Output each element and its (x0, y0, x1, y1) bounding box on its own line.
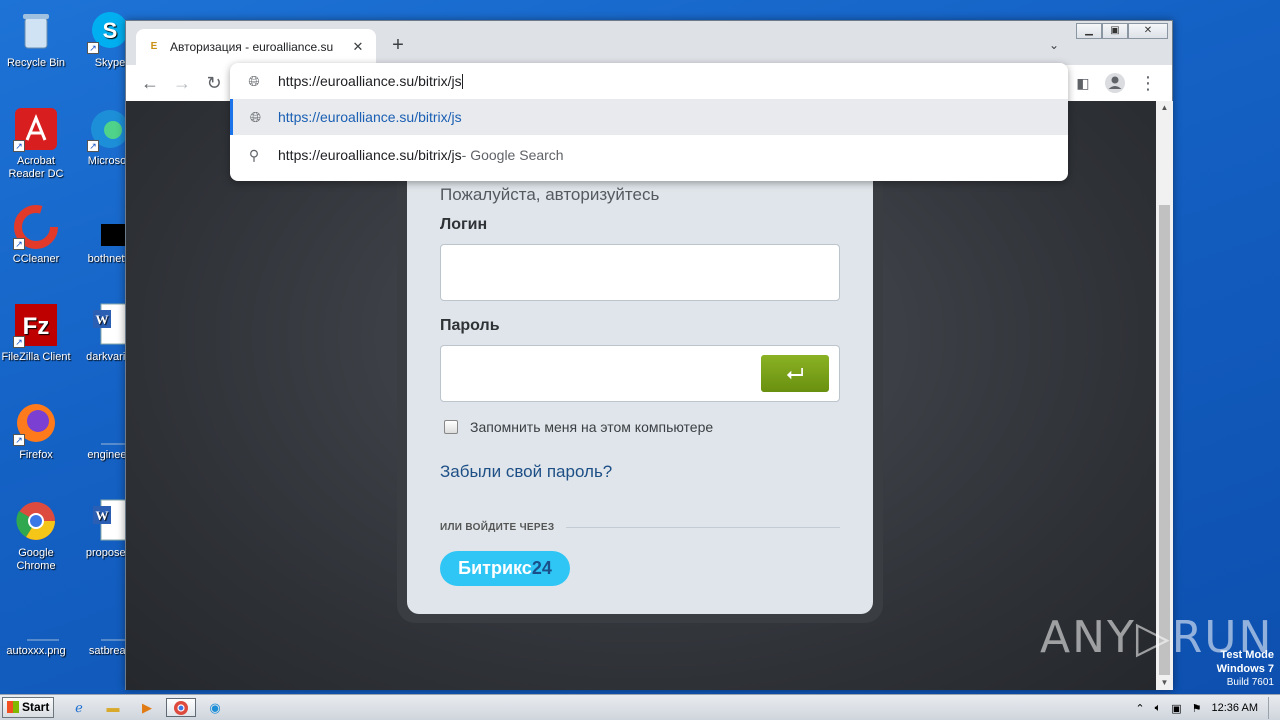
taskbar: Start ℯ ▬ ▶ ◉ ⌃ 🔈︎ ▣ ⚑ 12:36 AM (0, 694, 1280, 720)
tab-title: Авторизация - euroalliance.su (170, 40, 334, 54)
text-caret (461, 73, 463, 89)
login-subtitle: Пожалуйста, авторизуйтесь (440, 185, 660, 204)
start-button[interactable]: Start (2, 697, 54, 718)
suggestion-url[interactable]: 🌐︎ https://euroalliance.su/bitrix/js (230, 99, 1068, 135)
desktop-icon-filezilla[interactable]: Fz ↗ FileZilla Client (0, 302, 72, 364)
acrobat-icon: ↗ (13, 106, 59, 152)
desktop-icon-firefox[interactable]: ↗ Firefox (0, 400, 72, 462)
remember-me[interactable]: Запомнить меня на этом компьютере (444, 419, 713, 435)
maximize-button[interactable]: ▣ (1102, 23, 1128, 39)
clock[interactable]: 12:36 AM (1212, 702, 1258, 714)
back-arrow-icon[interactable]: ← (138, 71, 162, 95)
show-desktop-button[interactable] (1268, 697, 1280, 719)
reload-icon[interactable]: ↻ (202, 71, 226, 95)
submit-enter-button[interactable]: ⮠ (761, 355, 829, 392)
explorer-taskbar-icon[interactable]: ▬ (102, 698, 124, 717)
network-icon[interactable]: ▣ (1171, 702, 1181, 715)
tab-close-icon[interactable]: ✕ (350, 39, 366, 55)
password-input[interactable]: ⮠ (440, 345, 840, 402)
forward-arrow-icon[interactable]: → (170, 71, 194, 95)
tray-expand-icon[interactable]: ⌃ (1135, 702, 1144, 715)
tab-authorization[interactable]: E Авторизация - euroalliance.su ✕ (136, 29, 376, 65)
page-viewport: Пожалуйста, авторизуйтесь Логин Пароль ⮠… (126, 101, 1156, 690)
image-file-icon (13, 596, 61, 642)
media-player-taskbar-icon[interactable]: ▶ (136, 698, 158, 717)
forgot-password-link[interactable]: Забыли свой пароль? (440, 462, 612, 482)
scrollbar-thumb[interactable] (1159, 205, 1170, 675)
suggestion-search[interactable]: ⚲ https://euroalliance.su/bitrix/js - Go… (230, 137, 1068, 173)
suggestion-search-text: https://euroalliance.su/bitrix/js (278, 147, 462, 163)
desktop-icon-autoxxx[interactable]: autoxxx.png (0, 596, 72, 658)
desktop-icon-recycle-bin[interactable]: Recycle Bin (0, 8, 72, 70)
address-bar[interactable]: 🌐︎ https://euroalliance.su/bitrix/js (230, 63, 1068, 99)
new-tab-button[interactable]: + (388, 35, 408, 55)
action-center-flag-icon[interactable]: ⚑ (1192, 702, 1202, 715)
system-tray: ⌃ 🔈︎ ▣ ⚑ 12:36 AM (1135, 695, 1280, 720)
svg-text:W: W (96, 508, 109, 523)
recycle-bin-icon (13, 8, 59, 54)
tab-search-chevron-icon[interactable]: ⌄ (1044, 35, 1064, 55)
kebab-menu-icon[interactable]: ⋮ (1136, 71, 1160, 95)
svg-text:Fz: Fz (23, 313, 50, 340)
ccleaner-icon: ↗ (13, 204, 59, 250)
remember-me-label: Запомнить меня на этом компьютере (470, 419, 714, 435)
side-panel-icon[interactable]: ◧ (1071, 71, 1095, 95)
bitrix24-login-button[interactable]: Битрикс24 (440, 551, 570, 586)
url-input[interactable]: https://euroalliance.su/bitrix/js (278, 73, 462, 89)
edge-taskbar-icon[interactable]: ◉ (204, 698, 226, 717)
desktop-icon-acrobat[interactable]: ↗ Acrobat Reader DC (0, 106, 72, 181)
remember-me-checkbox[interactable] (444, 420, 458, 434)
ie-taskbar-icon[interactable]: ℯ (68, 698, 90, 717)
globe-icon: 🌐︎ (249, 108, 262, 125)
close-window-button[interactable]: ✕ (1128, 23, 1168, 39)
suggestion-url-text: https://euroalliance.su/bitrix/js (278, 109, 462, 125)
scroll-down-arrow-icon[interactable]: ▼ (1156, 676, 1173, 690)
svg-text:S: S (103, 18, 118, 43)
firefox-icon: ↗ (13, 400, 59, 446)
scroll-up-arrow-icon[interactable]: ▲ (1156, 101, 1173, 115)
chrome-icon (13, 498, 59, 544)
password-label: Пароль (440, 317, 500, 334)
chrome-taskbar-icon[interactable] (166, 698, 196, 717)
profile-avatar-icon[interactable] (1103, 71, 1127, 95)
desktop-icon-chrome[interactable]: Google Chrome (0, 498, 72, 573)
login-input[interactable] (440, 244, 840, 301)
tab-strip: E Авторизация - euroalliance.su ✕ + ⌄ ▁ … (126, 21, 1172, 65)
globe-icon: 🌐︎ (248, 72, 260, 89)
minimize-button[interactable]: ▁ (1076, 23, 1102, 39)
login-card: Пожалуйста, авторизуйтесь Логин Пароль ⮠… (407, 141, 873, 614)
suggestion-search-suffix: - Google Search (461, 147, 564, 163)
or-login-via-divider: ИЛИ ВОЙДИТЕ ЧЕРЕЗ (440, 522, 840, 533)
filezilla-icon: Fz ↗ (13, 302, 59, 348)
omnibox-dropdown: 🌐︎ https://euroalliance.su/bitrix/js 🌐︎ … (230, 63, 1068, 181)
desktop-icon-ccleaner[interactable]: ↗ CCleaner (0, 204, 72, 266)
login-label: Логин (440, 216, 488, 233)
test-mode-notice: Test Mode Windows 7 Build 7601 (1216, 649, 1274, 688)
enter-arrow-icon: ⮠ (786, 361, 804, 386)
svg-text:W: W (96, 312, 109, 327)
search-icon: ⚲ (248, 146, 260, 163)
page-scrollbar[interactable]: ▲ ▼ (1156, 101, 1173, 690)
windows-flag-icon (7, 701, 19, 713)
browser-window: E Авторизация - euroalliance.su ✕ + ⌄ ▁ … (125, 20, 1173, 690)
volume-icon[interactable]: 🔈︎ (1155, 702, 1162, 715)
site-favicon-icon: E (150, 41, 158, 52)
